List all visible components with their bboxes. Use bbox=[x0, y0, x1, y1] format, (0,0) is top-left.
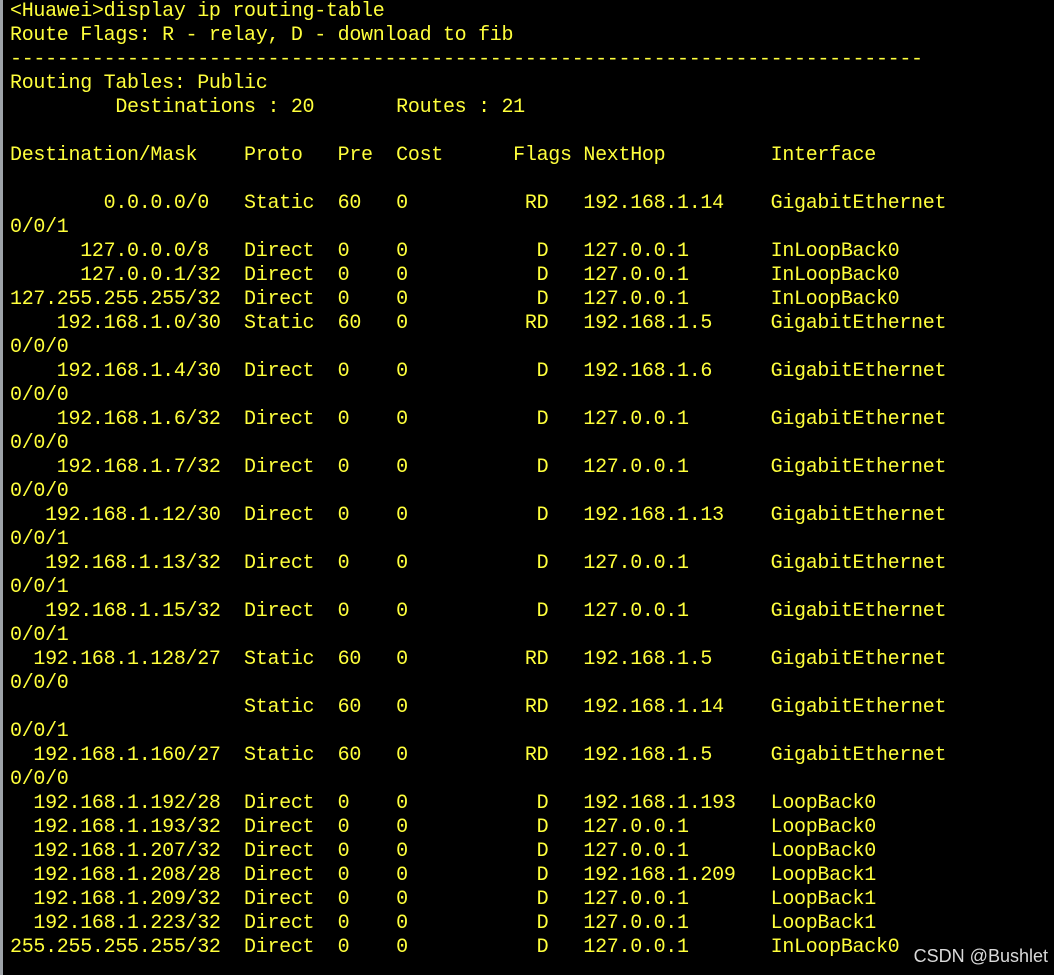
console-line: 127.255.255.255/32 Direct 0 0 D 127.0.0.… bbox=[10, 288, 900, 311]
console-line: 192.168.1.0/30 Static 60 0 RD 192.168.1.… bbox=[10, 312, 947, 335]
console-line: 0/0/0 bbox=[10, 336, 69, 359]
console-line: 0/0/1 bbox=[10, 216, 69, 239]
console-line: 0/0/1 bbox=[10, 528, 69, 551]
console-line: 0/0/0 bbox=[10, 768, 69, 791]
window-border bbox=[0, 0, 3, 975]
console-line: 192.168.1.12/30 Direct 0 0 D 192.168.1.1… bbox=[10, 504, 947, 527]
command-line: <Huawei>display ip routing-table bbox=[10, 0, 385, 23]
watermark: CSDN @Bushlet bbox=[913, 946, 1048, 966]
console-line: ----------------------------------------… bbox=[10, 48, 923, 71]
console-line: 0/0/0 bbox=[10, 432, 69, 455]
console-line: 255.255.255.255/32 Direct 0 0 D 127.0.0.… bbox=[10, 936, 900, 959]
console-line: 0/0/0 bbox=[10, 480, 69, 503]
console-line: 0/0/0 bbox=[10, 384, 69, 407]
console-line: 192.168.1.160/27 Static 60 0 RD 192.168.… bbox=[10, 744, 947, 767]
console-line: 0.0.0.0/0 Static 60 0 RD 192.168.1.14 Gi… bbox=[10, 192, 947, 215]
console-line: 192.168.1.128/27 Static 60 0 RD 192.168.… bbox=[10, 648, 947, 671]
console-line: Destinations : 20 Routes : 21 bbox=[10, 96, 525, 119]
console-line: Destination/Mask Proto Pre Cost Flags Ne… bbox=[10, 144, 876, 167]
console-line: 192.168.1.223/32 Direct 0 0 D 127.0.0.1 … bbox=[10, 912, 876, 935]
console-line: 0/0/1 bbox=[10, 576, 69, 599]
console-line: 192.168.1.209/32 Direct 0 0 D 127.0.0.1 … bbox=[10, 888, 876, 911]
console-line: Routing Tables: Public bbox=[10, 72, 268, 95]
terminal-window: <Huawei>display ip routing-table Route Fl… bbox=[0, 0, 1054, 975]
console-line: 0/0/0 bbox=[10, 672, 69, 695]
console-line: 192.168.1.208/28 Direct 0 0 D 192.168.1.… bbox=[10, 864, 876, 887]
console-line: 127.0.0.0/8 Direct 0 0 D 127.0.0.1 InLoo… bbox=[10, 240, 900, 263]
console-line: 0/0/1 bbox=[10, 720, 69, 743]
console-line: 192.168.1.13/32 Direct 0 0 D 127.0.0.1 G… bbox=[10, 552, 947, 575]
console-line: Route Flags: R - relay, D - download to … bbox=[10, 24, 514, 47]
console-line: 192.168.1.193/32 Direct 0 0 D 127.0.0.1 … bbox=[10, 816, 876, 839]
console-line: Static 60 0 RD 192.168.1.14 GigabitEther… bbox=[10, 696, 947, 719]
console-line: 0/0/1 bbox=[10, 624, 69, 647]
console-line: 192.168.1.7/32 Direct 0 0 D 127.0.0.1 Gi… bbox=[10, 456, 947, 479]
console-line: 192.168.1.15/32 Direct 0 0 D 127.0.0.1 G… bbox=[10, 600, 947, 623]
console-line: 192.168.1.4/30 Direct 0 0 D 192.168.1.6 … bbox=[10, 360, 947, 383]
console-line: 192.168.1.207/32 Direct 0 0 D 127.0.0.1 … bbox=[10, 840, 876, 863]
console-output: <Huawei>display ip routing-table Route Fl… bbox=[10, 0, 946, 960]
console-line: 192.168.1.6/32 Direct 0 0 D 127.0.0.1 Gi… bbox=[10, 408, 947, 431]
console-line: 127.0.0.1/32 Direct 0 0 D 127.0.0.1 InLo… bbox=[10, 264, 900, 287]
console-line: 192.168.1.192/28 Direct 0 0 D 192.168.1.… bbox=[10, 792, 876, 815]
